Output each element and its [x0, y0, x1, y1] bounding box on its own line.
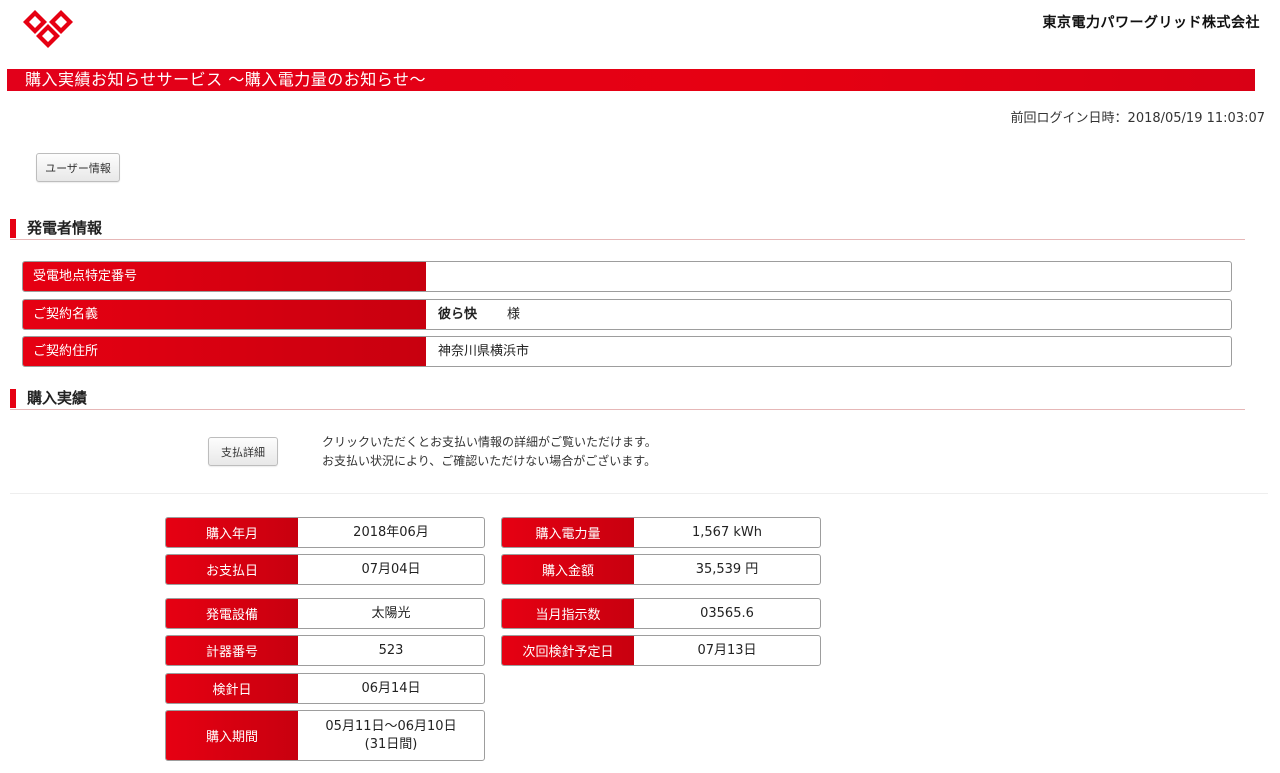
- field-value: 1,567 kWh: [692, 524, 762, 540]
- info-row-contract-address: ご契約住所 神奈川県横浜市: [22, 336, 1232, 367]
- field-label: 検針日: [166, 674, 298, 703]
- field-label: 購入年月: [166, 518, 298, 547]
- info-label: ご契約住所: [23, 337, 426, 366]
- page-title: 購入実績お知らせサービス ～購入電力量のお知らせ～: [25, 70, 426, 89]
- field-next-reading-date: 次回検針予定日 07月13日: [501, 635, 821, 666]
- info-value: 彼ら快 様: [438, 300, 520, 329]
- field-value: 35,539 円: [695, 561, 759, 577]
- field-value: 06月14日: [361, 680, 421, 696]
- note-line: お支払い状況により、ご確認いただけない場合がございます。: [322, 454, 657, 468]
- field-meter-reading: 当月指示数 03565.6: [501, 598, 821, 629]
- company-name: 東京電力パワーグリッド株式会社: [1042, 15, 1260, 31]
- field-value: 07月13日: [697, 642, 757, 658]
- last-login-datetime: 前回ログイン日時：2018/05/19 11:03:07: [1010, 111, 1265, 126]
- field-label: お支払日: [166, 555, 298, 584]
- field-purchase-kwh: 購入電力量 1,567 kWh: [501, 517, 821, 548]
- field-label: 当月指示数: [502, 599, 634, 628]
- payment-detail-note: クリックいただくとお支払い情報の詳細がご覧いただけます。 お支払い状況により、ご…: [322, 433, 657, 471]
- note-line: クリックいただくとお支払い情報の詳細がご覧いただけます。: [322, 435, 657, 449]
- tepco-diamond-logo-icon: [23, 10, 73, 48]
- page-title-bar: 購入実績お知らせサービス ～購入電力量のお知らせ～: [7, 69, 1255, 91]
- contract-name: 彼ら快: [438, 307, 478, 322]
- section-title: 購入実績: [27, 389, 88, 407]
- user-info-button[interactable]: ユーザー情報: [36, 153, 120, 182]
- field-label: 購入期間: [166, 711, 298, 760]
- field-purchase-amount: 購入金額 35,539 円: [501, 554, 821, 585]
- info-label: ご契約名義: [23, 300, 426, 329]
- field-label: 購入金額: [502, 555, 634, 584]
- field-value: 523: [378, 642, 404, 658]
- field-value: 07月04日: [361, 561, 421, 577]
- info-row-contract-name: ご契約名義 彼ら快 様: [22, 299, 1232, 330]
- field-label: 発電設備: [166, 599, 298, 628]
- period-range: 05月11日～06月10日: [325, 718, 457, 734]
- field-purchase-month: 購入年月 2018年06月: [165, 517, 485, 548]
- info-value: 神奈川県横浜市: [438, 344, 530, 359]
- section-generator-info: 発電者情報: [10, 219, 1245, 240]
- field-value: 2018年06月: [353, 524, 429, 540]
- payment-detail-button[interactable]: 支払詳細: [208, 437, 278, 466]
- section-marker: [10, 219, 16, 238]
- section-purchase-record: 購入実績: [10, 389, 1245, 410]
- field-reading-date: 検針日 06月14日: [165, 673, 485, 704]
- field-value: 05月11日～06月10日 (31日間): [298, 711, 484, 760]
- info-label: 受電地点特定番号: [23, 262, 426, 291]
- field-value: 03565.6: [700, 605, 754, 621]
- info-row-supply-point-id: 受電地点特定番号: [22, 261, 1232, 292]
- field-payment-date: お支払日 07月04日: [165, 554, 485, 585]
- field-value: 太陽光: [371, 605, 411, 621]
- section-marker: [10, 389, 16, 408]
- field-purchase-period: 購入期間 05月11日～06月10日 (31日間): [165, 710, 485, 761]
- period-days: (31日間): [364, 736, 418, 752]
- field-facility: 発電設備 太陽光: [165, 598, 485, 629]
- divider: [10, 493, 1268, 494]
- section-title: 発電者情報: [27, 219, 103, 237]
- field-label: 購入電力量: [502, 518, 634, 547]
- field-label: 次回検針予定日: [502, 636, 634, 665]
- field-meter-number: 計器番号 523: [165, 635, 485, 666]
- honorific-suffix: 様: [507, 307, 521, 322]
- field-label: 計器番号: [166, 636, 298, 665]
